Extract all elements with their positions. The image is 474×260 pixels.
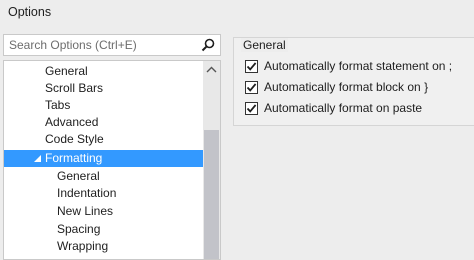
format-statement-checkbox[interactable]	[245, 59, 258, 73]
tree-item-label: Spacing	[57, 222, 101, 236]
tree-item-label: General	[57, 169, 100, 183]
tree-item-label: Tabs	[45, 98, 71, 112]
scroll-up-arrow-icon[interactable]	[203, 61, 220, 78]
format-paste-label: Automatically format on paste	[264, 101, 423, 115]
format-block-label: Automatically format block on }	[264, 80, 429, 94]
tree-scrollbar[interactable]	[203, 61, 220, 259]
group-title: General	[241, 38, 288, 52]
search-input[interactable]	[4, 35, 201, 55]
tree-item-advanced[interactable]: Advanced	[4, 114, 204, 131]
option-format-statement[interactable]: Automatically format statement on ;	[245, 57, 452, 75]
tree-item-indentation[interactable]: Indentation	[4, 185, 204, 202]
tree-item-spacing[interactable]: Spacing	[4, 221, 204, 238]
tree-item-formatting-general[interactable]: General	[4, 168, 204, 185]
tree-item-label: Advanced	[45, 115, 99, 129]
format-statement-label: Automatically format statement on ;	[264, 59, 453, 73]
tree-item-label: New Lines	[57, 204, 114, 218]
tree-item-label: Scroll Bars	[45, 81, 104, 95]
tree-item-label: Wrapping	[57, 239, 109, 253]
tree-item-label: Code Style	[45, 132, 104, 146]
tree-item-formatting[interactable]: Formatting	[4, 150, 204, 167]
format-paste-checkbox[interactable]	[245, 101, 258, 115]
window-title: Options	[8, 5, 52, 19]
option-format-block[interactable]: Automatically format block on }	[245, 78, 428, 96]
option-format-paste[interactable]: Automatically format on paste	[245, 99, 422, 117]
checkmark-icon	[246, 61, 257, 71]
tree-item-scroll-bars[interactable]: Scroll Bars	[4, 80, 204, 97]
tree-item-label: Formatting	[45, 151, 103, 165]
tree-item-general[interactable]: General	[4, 63, 204, 80]
options-tree: General Scroll Bars Tabs Advanced Code S…	[3, 60, 221, 260]
scrollbar-thumb[interactable]	[204, 130, 219, 259]
tree-item-code-style[interactable]: Code Style	[4, 131, 204, 148]
tree-item-wrapping[interactable]: Wrapping	[4, 238, 204, 255]
format-block-checkbox[interactable]	[245, 80, 258, 94]
tree-item-tabs[interactable]: Tabs	[4, 97, 204, 114]
checkmark-icon	[246, 103, 257, 113]
tree-item-new-lines[interactable]: New Lines	[4, 203, 204, 220]
tree-item-label: Indentation	[57, 186, 117, 200]
search-box[interactable]	[3, 34, 221, 56]
checkmark-icon	[246, 82, 257, 92]
tree-item-label: General	[45, 64, 88, 78]
expanded-triangle-icon[interactable]	[33, 154, 42, 163]
search-icon[interactable]	[200, 37, 216, 53]
